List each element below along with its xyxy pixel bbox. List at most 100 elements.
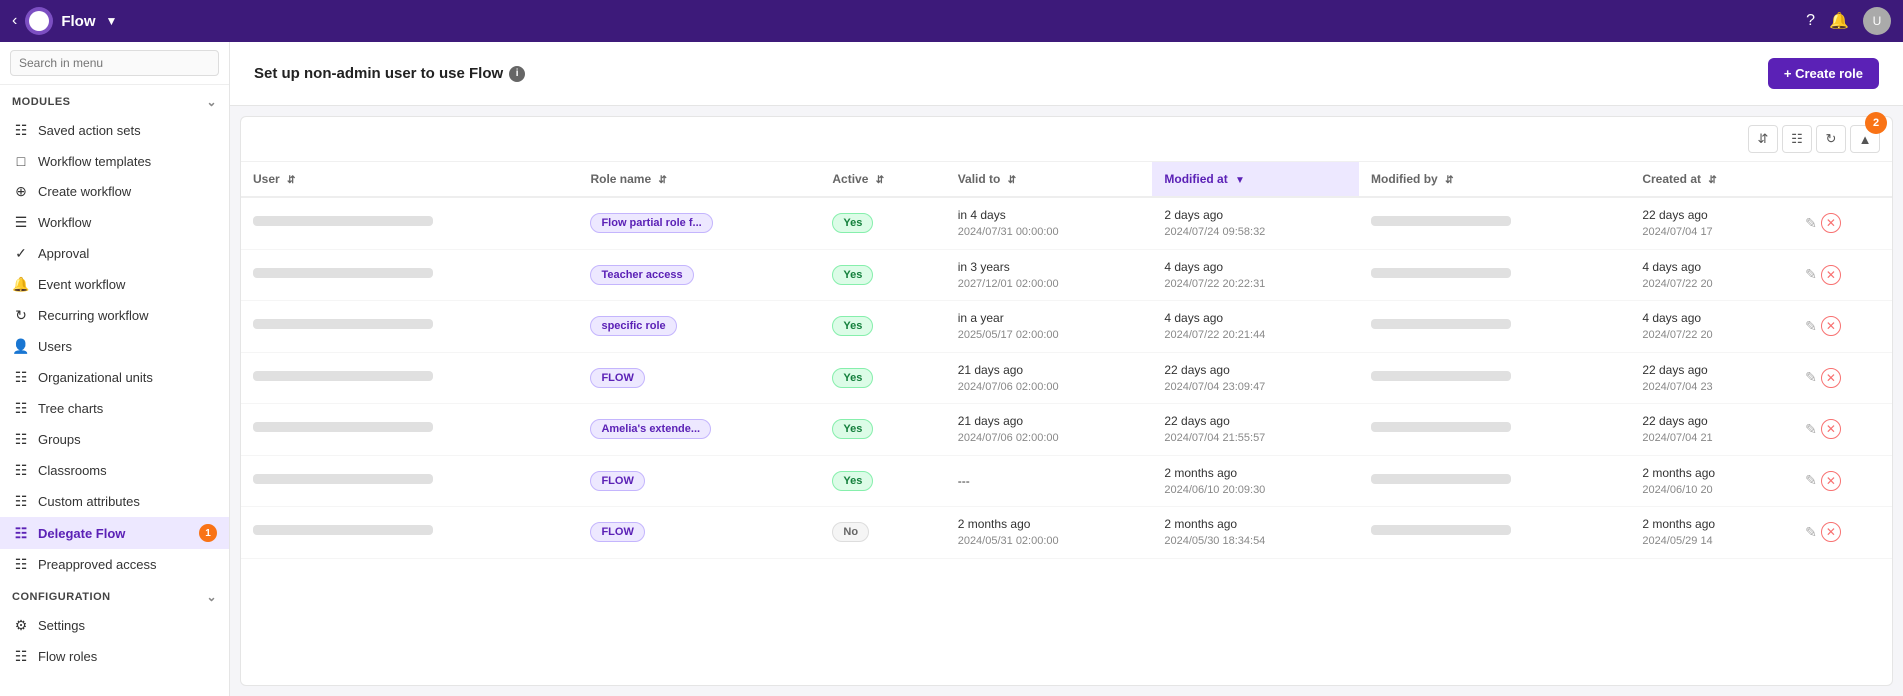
search-input[interactable] [10,50,219,76]
edit-button[interactable]: ✎ [1805,215,1817,232]
sidebar-item-label: Settings [38,618,85,633]
cell-role-name: FLOW [578,455,820,507]
sidebar-item-flow-roles[interactable]: ☷ Flow roles [0,641,229,672]
col-actions [1793,162,1892,197]
valid-to-rel: 21 days ago [958,412,1141,430]
cell-role-name: Amelia's extende... [578,404,820,456]
sidebar-item-create-workflow[interactable]: ⊕ Create workflow [0,176,229,207]
sidebar-item-users[interactable]: 👤 Users [0,331,229,362]
row-actions-group: ✎ ✕ [1805,419,1880,439]
modules-collapse-icon[interactable]: ⌄ [206,95,217,109]
col-role-name[interactable]: Role name ⇵ [578,162,820,197]
row-actions-group: ✎ ✕ [1805,522,1880,542]
bell-icon[interactable]: 🔔 [1829,11,1849,31]
col-active[interactable]: Active ⇵ [820,162,945,197]
cell-modified-at: 2 months ago2024/06/10 20:09:30 [1152,455,1359,507]
col-valid-to[interactable]: Valid to ⇵ [946,162,1153,197]
created-at-sort-icon: ⇵ [1708,175,1716,186]
delete-button[interactable]: ✕ [1821,419,1841,439]
edit-button[interactable]: ✎ [1805,369,1817,386]
saved-action-sets-icon: ☷ [12,122,30,139]
table-row: specific role Yes in a year2025/05/17 02… [241,301,1892,353]
info-icon[interactable]: i [509,66,525,82]
valid-to-rel: 2 months ago [958,515,1141,533]
notification-badge: 2 [1865,112,1887,134]
sidebar-item-workflow[interactable]: ☰ Workflow [0,207,229,238]
app-title-chevron[interactable]: ▼ [106,14,118,28]
back-button[interactable]: ‹ [12,12,17,30]
cell-created-at: 2 months ago2024/06/10 20 [1630,455,1793,507]
cell-modified-at: 4 days ago2024/07/22 20:22:31 [1152,249,1359,301]
sidebar-item-preapproved-access[interactable]: ☷ Preapproved access [0,549,229,580]
sidebar-item-label: Flow roles [38,649,97,664]
workflow-templates-icon: □ [12,153,30,169]
table-toolbar: ⇵ ☷ ↻ ▲ [241,117,1892,162]
help-icon[interactable]: ? [1806,12,1815,30]
sidebar-item-label: Event workflow [38,277,125,292]
sidebar-item-recurring-workflow[interactable]: ↻ Recurring workflow [0,300,229,331]
cell-valid-to: 2 months ago2024/05/31 02:00:00 [946,507,1153,559]
avatar[interactable]: U [1863,7,1891,35]
event-workflow-icon: 🔔 [12,276,30,293]
sort-toolbar-button[interactable]: ⇵ [1748,125,1778,153]
modified-at-sort-icon: ▼ [1235,175,1245,186]
columns-toolbar-button[interactable]: ☷ [1782,125,1812,153]
sidebar-item-organizational-units[interactable]: ☷ Organizational units [0,362,229,393]
delete-button[interactable]: ✕ [1821,368,1841,388]
edit-button[interactable]: ✎ [1805,524,1817,541]
sidebar-item-classrooms[interactable]: ☷ Classrooms [0,455,229,486]
data-table: User ⇵ Role name ⇵ Active ⇵ Valid to [241,162,1892,559]
sidebar-item-custom-attributes[interactable]: ☷ Custom attributes [0,486,229,517]
sidebar-item-delegate-flow[interactable]: ☷ Delegate Flow 1 [0,517,229,549]
modules-label: MODULES [12,96,71,108]
configuration-collapse-icon[interactable]: ⌄ [206,590,217,604]
cell-row-actions: ✎ ✕ [1793,352,1892,404]
table-header-row: User ⇵ Role name ⇵ Active ⇵ Valid to [241,162,1892,197]
sidebar-item-event-workflow[interactable]: 🔔 Event workflow [0,269,229,300]
cell-user [241,507,578,559]
valid-to-abs: 2027/12/01 02:00:00 [958,276,1141,293]
sidebar-item-approval[interactable]: ✓ Approval [0,238,229,269]
sidebar-item-tree-charts[interactable]: ☷ Tree charts [0,393,229,424]
cell-user [241,455,578,507]
cell-active: Yes [820,249,945,301]
cell-created-at: 22 days ago2024/07/04 17 [1630,197,1793,249]
sidebar-item-label: Groups [38,432,81,447]
edit-button[interactable]: ✎ [1805,266,1817,283]
col-modified-by[interactable]: Modified by ⇵ [1359,162,1630,197]
delegate-flow-badge: 1 [199,524,217,542]
refresh-toolbar-button[interactable]: ↻ [1816,125,1846,153]
sidebar-item-workflow-templates[interactable]: □ Workflow templates [0,146,229,176]
edit-button[interactable]: ✎ [1805,318,1817,335]
configuration-label: CONFIGURATION [12,591,111,603]
sidebar-item-saved-action-sets[interactable]: ☷ Saved action sets [0,115,229,146]
table-row: Teacher access Yes in 3 years2027/12/01 … [241,249,1892,301]
delete-button[interactable]: ✕ [1821,471,1841,491]
delete-button[interactable]: ✕ [1821,316,1841,336]
flow-roles-icon: ☷ [12,648,30,665]
cell-active: Yes [820,197,945,249]
edit-button[interactable]: ✎ [1805,472,1817,489]
cell-row-actions: ✎ ✕ [1793,301,1892,353]
cell-modified-by [1359,197,1630,249]
topbar-right: ? 🔔 U [1806,7,1891,35]
cell-valid-to: --- [946,455,1153,507]
cell-role-name: specific role [578,301,820,353]
preapproved-access-icon: ☷ [12,556,30,573]
col-created-at[interactable]: Created at ⇵ [1630,162,1793,197]
sidebar-item-groups[interactable]: ☷ Groups [0,424,229,455]
cell-valid-to: in 4 days2024/07/31 00:00:00 [946,197,1153,249]
edit-button[interactable]: ✎ [1805,421,1817,438]
delete-button[interactable]: ✕ [1821,265,1841,285]
delete-button[interactable]: ✕ [1821,213,1841,233]
cell-modified-by [1359,455,1630,507]
sidebar-item-label: Organizational units [38,370,153,385]
create-role-button[interactable]: + Create role [1768,58,1879,89]
sidebar-item-settings[interactable]: ⚙ Settings [0,610,229,641]
delete-button[interactable]: ✕ [1821,522,1841,542]
col-modified-at[interactable]: Modified at ▼ [1152,162,1359,197]
table-row: FLOW Yes 21 days ago2024/07/06 02:00:00 … [241,352,1892,404]
sidebar-item-label: Users [38,339,72,354]
col-user[interactable]: User ⇵ [241,162,578,197]
cell-modified-by [1359,249,1630,301]
